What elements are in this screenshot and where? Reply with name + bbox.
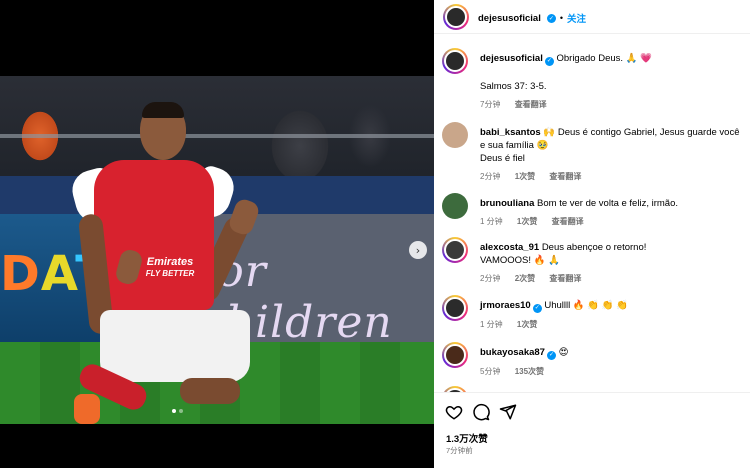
shirt-sponsor: Emirates FLY BETTER — [145, 256, 195, 278]
commenter-username[interactable]: brunouliana — [480, 198, 534, 209]
commenter-username[interactable]: babi_ksantos — [480, 127, 541, 138]
comment-text: Uhullll 🔥 👏 👏 👏 — [544, 300, 629, 311]
comment-time: 2分钟 — [480, 274, 501, 283]
comment-time: 1 分钟 — [480, 320, 503, 329]
commenter-username[interactable]: jrmoraes10 — [480, 300, 531, 311]
comment-time: 2分钟 — [480, 172, 501, 181]
share-icon[interactable] — [499, 403, 517, 421]
commenter-avatar[interactable] — [442, 122, 468, 148]
post-media-pane: DATI for children Emirates FLY BETTER — [0, 0, 434, 468]
post-header: dejesusoficial ✓ • 关注 — [434, 0, 750, 34]
comment-time: 5分钟 — [480, 367, 501, 376]
comment-translate-link[interactable]: 查看翻译 — [552, 217, 584, 226]
author-avatar[interactable] — [443, 4, 469, 30]
like-count[interactable]: 1.3万次赞 — [446, 431, 488, 445]
follow-button[interactable]: 关注 — [567, 11, 586, 25]
caption-meta: 7分钟 查看翻译 — [480, 98, 742, 111]
caption-verse: Salmos 37: 3-5. — [480, 81, 547, 92]
commenter-avatar[interactable] — [442, 193, 468, 219]
carousel-dot — [179, 409, 183, 413]
post-photo[interactable]: DATI for children Emirates FLY BETTER — [0, 76, 434, 424]
verified-badge-icon: ✓ — [544, 57, 554, 66]
comment-time: 1 分钟 — [480, 217, 503, 226]
comment-translate-link[interactable]: 查看翻译 — [549, 172, 581, 181]
comment-icon[interactable] — [472, 403, 490, 421]
commenter-username[interactable]: alexcosta_91 — [480, 242, 539, 253]
verified-badge-icon: ✓ — [546, 13, 556, 23]
commenter-username[interactable]: bukayosaka87 — [480, 347, 545, 358]
comment-likes[interactable]: 1次赞 — [515, 172, 535, 181]
post-actions-bar: 1.3万次赞 7分钟前 — [434, 392, 750, 468]
caption-author-avatar[interactable] — [442, 48, 468, 74]
caption-text: Obrigado Deus. 🙏 💗 — [556, 53, 652, 64]
comment-likes[interactable]: 135次赞 — [515, 367, 544, 376]
player-shirt — [94, 160, 214, 310]
photo-player: Emirates FLY BETTER — [67, 102, 262, 424]
comment-text: Bom te ver de volta e feliz, irmão. — [537, 198, 678, 209]
caption-author-username[interactable]: dejesusoficial — [480, 53, 543, 64]
commenter-avatar[interactable] — [442, 295, 468, 321]
caption-time: 7分钟 — [480, 100, 501, 109]
carousel-dot-active — [172, 409, 176, 413]
comment-text-line2: Deus é fiel — [480, 153, 525, 164]
comment-likes[interactable]: 1次赞 — [517, 217, 537, 226]
post-timestamp[interactable]: 7分钟前 — [446, 445, 473, 456]
comment-text: Deus abençoe o retorno! — [541, 242, 647, 253]
caption-translate-link[interactable]: 查看翻译 — [515, 100, 547, 109]
carousel-next-button[interactable]: › — [409, 241, 427, 259]
heart-icon[interactable] — [445, 403, 463, 421]
comment-text-line2: VAMOOOS! 🔥 🙏 — [480, 255, 560, 266]
verified-badge-icon: ✓ — [546, 351, 556, 360]
commenter-avatar[interactable] — [442, 342, 468, 368]
comment-text: 😍 — [558, 347, 569, 358]
author-username[interactable]: dejesusoficial — [478, 13, 541, 24]
comment-likes[interactable]: 2次赞 — [515, 274, 535, 283]
verified-badge-icon: ✓ — [532, 304, 542, 313]
comments-list[interactable]: dejesusoficial ✓ Obrigado Deus. 🙏 💗 Salmo… — [434, 36, 750, 392]
post-side-panel: dejesusoficial ✓ • 关注 dejesusoficial ✓ Ob… — [434, 0, 750, 468]
chevron-right-icon: › — [415, 243, 421, 257]
commenter-avatar[interactable] — [442, 237, 468, 263]
comment-translate-link[interactable]: 查看翻译 — [549, 274, 581, 283]
carousel-indicator — [172, 409, 183, 413]
comment-likes[interactable]: 1次赞 — [517, 320, 537, 329]
